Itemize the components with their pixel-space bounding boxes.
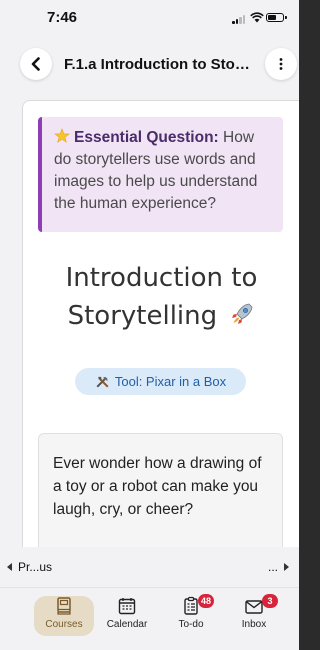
previous-item-button[interactable]: Pr...us bbox=[7, 560, 52, 574]
question-label: Essential Question: bbox=[74, 129, 219, 146]
signal-icon bbox=[232, 14, 246, 24]
page-content: Essential Question: How do storytellers … bbox=[22, 100, 299, 570]
chevron-left-icon bbox=[31, 57, 40, 71]
courses-icon bbox=[57, 597, 71, 615]
wifi-icon bbox=[250, 12, 264, 23]
tab-courses-label: Courses bbox=[45, 619, 83, 630]
tab-calendar[interactable]: Calendar bbox=[97, 596, 157, 636]
todo-count-badge: 48 bbox=[198, 594, 215, 608]
page-title: F.1.a Introduction to Storytelling bbox=[64, 56, 254, 73]
back-button[interactable] bbox=[20, 48, 52, 80]
triangle-left-icon bbox=[7, 563, 12, 571]
tab-courses[interactable]: Courses bbox=[34, 596, 94, 636]
inbox-count-badge: 3 bbox=[262, 594, 278, 608]
more-vertical-icon bbox=[279, 58, 283, 70]
module-pager: Pr...us ... bbox=[0, 547, 299, 587]
status-time: 7:46 bbox=[47, 9, 78, 26]
calendar-icon bbox=[118, 598, 136, 615]
tools-icon bbox=[96, 376, 109, 388]
essential-question-callout: Essential Question: How do storytellers … bbox=[38, 117, 283, 232]
next-item-button[interactable]: ... bbox=[268, 560, 289, 574]
app-screen: 7:46 F.1.a Introduction to Storytelling bbox=[0, 0, 299, 650]
tab-todo-label: To-do bbox=[178, 619, 204, 630]
glowing-star-icon bbox=[54, 128, 70, 143]
bottom-tab-bar: Courses Calendar To-do 48 Inbox 3 bbox=[0, 587, 299, 650]
story-card-text: Ever wonder how a drawing of a toy or a … bbox=[53, 455, 262, 518]
lesson-heading: Introduction to Storytelling bbox=[23, 259, 299, 335]
tab-inbox-label: Inbox bbox=[241, 619, 267, 630]
tab-todo[interactable]: To-do 48 bbox=[161, 594, 221, 636]
rocket-icon bbox=[232, 303, 253, 324]
tool-label: Tool: Pixar in a Box bbox=[114, 374, 227, 389]
inbox-icon bbox=[245, 600, 263, 614]
battery-icon bbox=[266, 13, 287, 22]
next-item-label: ... bbox=[267, 560, 278, 574]
more-options-button[interactable] bbox=[265, 48, 297, 80]
triangle-right-icon bbox=[284, 563, 289, 571]
tab-calendar-label: Calendar bbox=[106, 619, 148, 630]
tab-inbox[interactable]: Inbox 3 bbox=[224, 594, 284, 636]
tool-link-pill[interactable]: Tool: Pixar in a Box bbox=[75, 368, 246, 395]
nav-header: F.1.a Introduction to Storytelling bbox=[0, 40, 299, 88]
status-bar: 7:46 bbox=[0, 0, 299, 40]
previous-item-label: Pr...us bbox=[18, 560, 53, 574]
